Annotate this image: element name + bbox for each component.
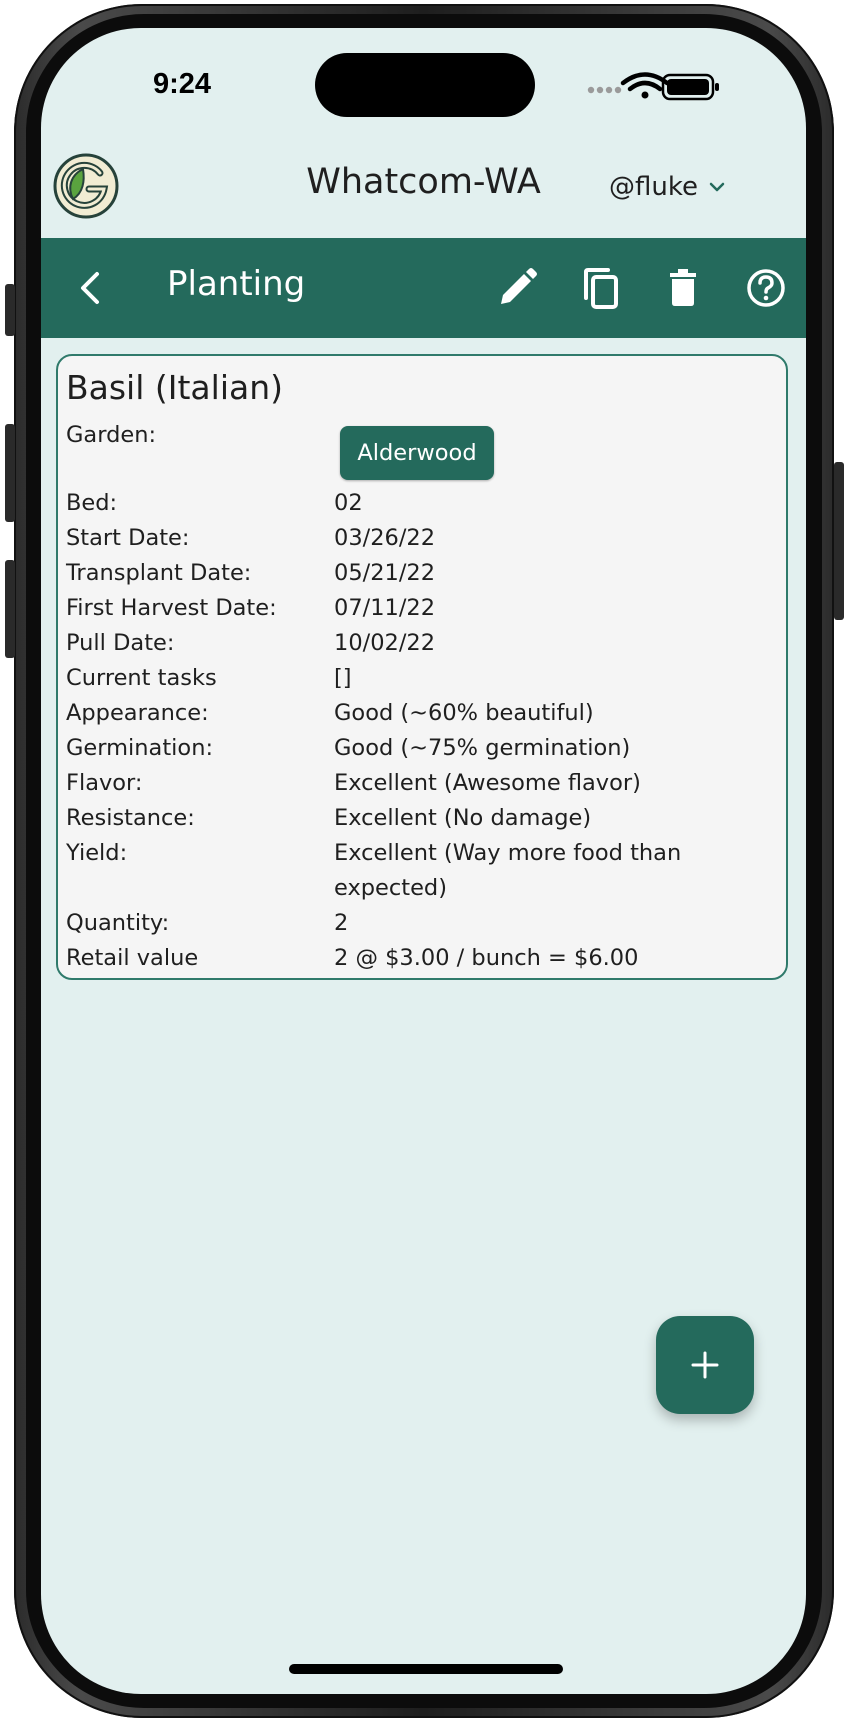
appearance-value: Good (~60% beautiful)	[334, 700, 594, 726]
dynamic-island	[315, 53, 535, 117]
bed-label: Bed:	[66, 490, 118, 516]
action-button	[5, 284, 15, 336]
copy-icon[interactable]	[578, 266, 622, 310]
start-date-value: 03/26/22	[334, 525, 436, 551]
page-title: Planting	[167, 264, 306, 304]
back-arrow-icon[interactable]	[69, 266, 113, 310]
germination-value: Good (~75% germination)	[334, 735, 631, 761]
user-menu[interactable]: @fluke	[609, 170, 726, 204]
volume-up-button	[5, 424, 15, 522]
flavor-label: Flavor:	[66, 770, 143, 796]
cellular-signal-icon	[587, 86, 622, 94]
resistance-label: Resistance:	[66, 805, 195, 831]
garden-label: Garden:	[66, 422, 157, 448]
planting-card: Basil (Italian) Garden: Alderwood Bed: 0…	[56, 354, 788, 980]
appearance-label: Appearance:	[66, 700, 209, 726]
yield-label: Yield:	[66, 840, 128, 866]
planting-title: Basil (Italian)	[66, 368, 283, 407]
add-button[interactable]	[656, 1316, 754, 1414]
transplant-date-label: Transplant Date:	[66, 560, 252, 586]
status-time: 9:24	[153, 68, 212, 100]
yield-value: Excellent (Way more food than	[334, 840, 682, 866]
trash-icon[interactable]	[661, 266, 705, 310]
germination-label: Germination:	[66, 735, 214, 761]
bed-value: 02	[334, 490, 363, 516]
transplant-date-value: 05/21/22	[334, 560, 436, 586]
yield-value-continued: expected)	[334, 875, 447, 901]
chevron-down-icon	[709, 182, 725, 192]
phone-screen: 9:24 Whatcom-WA @fluke Planting Basil (I…	[41, 28, 806, 1694]
pull-date-value: 10/02/22	[334, 630, 436, 656]
plus-icon	[691, 1351, 719, 1379]
volume-down-button	[5, 560, 15, 658]
current-tasks-label: Current tasks	[66, 665, 217, 691]
current-tasks-value: []	[334, 665, 352, 691]
first-harvest-date-label: First Harvest Date:	[66, 595, 277, 621]
first-harvest-date-value: 07/11/22	[334, 595, 436, 621]
wifi-icon	[620, 72, 670, 99]
status-icons	[585, 72, 745, 102]
user-name: @fluke	[609, 172, 698, 202]
edit-pencil-icon[interactable]	[495, 266, 539, 310]
resistance-value: Excellent (No damage)	[334, 805, 592, 831]
power-button	[834, 462, 844, 620]
app-header: Whatcom-WA @fluke	[41, 148, 806, 236]
garden-chip-button[interactable]: Alderwood	[340, 426, 494, 480]
quantity-label: Quantity:	[66, 910, 170, 936]
pull-date-label: Pull Date:	[66, 630, 175, 656]
retail-value-value: 2 @ $3.00 / bunch = $6.00	[334, 945, 639, 971]
quantity-value: 2	[334, 910, 349, 936]
toolbar: Planting	[41, 238, 806, 338]
start-date-label: Start Date:	[66, 525, 190, 551]
battery-icon	[661, 73, 719, 101]
home-indicator[interactable]	[289, 1664, 563, 1674]
retail-value-label: Retail value	[66, 945, 199, 971]
help-circle-icon[interactable]	[744, 266, 788, 310]
flavor-value: Excellent (Awesome flavor)	[334, 770, 641, 796]
